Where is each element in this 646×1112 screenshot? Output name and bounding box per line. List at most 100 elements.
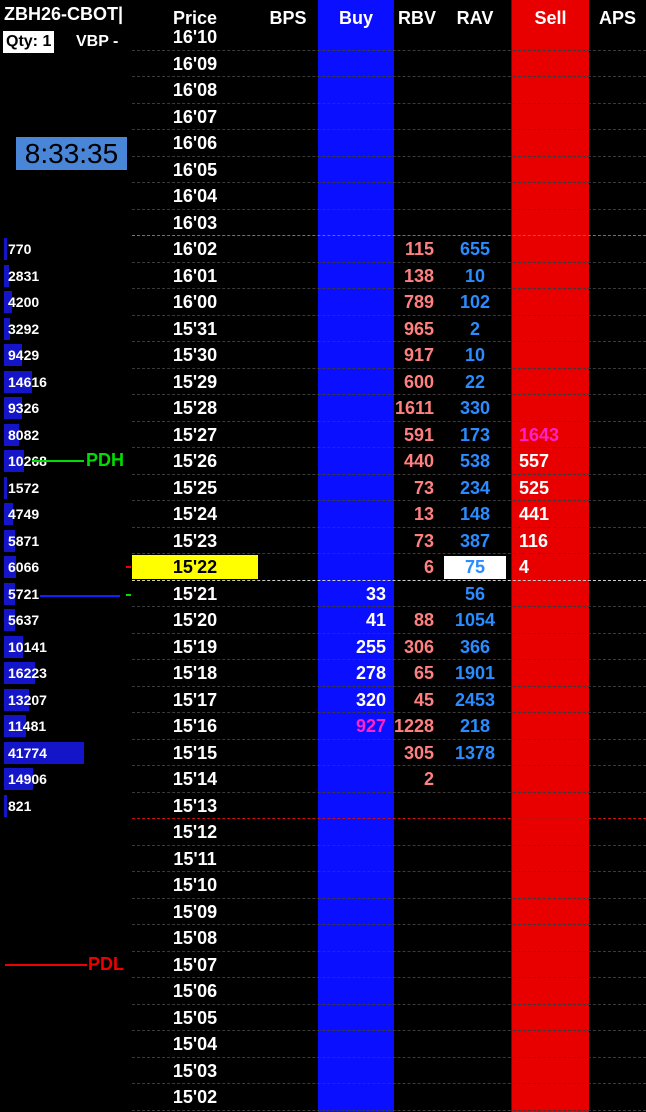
price-cell[interactable]: 15'31: [132, 316, 258, 343]
price-cell[interactable]: 15'17: [132, 687, 258, 714]
price-cell[interactable]: 15'24: [132, 501, 258, 528]
rav-cell[interactable]: [444, 157, 506, 184]
buy-cell[interactable]: [318, 1084, 386, 1111]
price-cell[interactable]: 15'02: [132, 1084, 258, 1111]
rav-cell[interactable]: 173: [444, 422, 506, 449]
price-cell[interactable]: 15'18: [132, 660, 258, 687]
sell-cell[interactable]: [519, 316, 589, 343]
sell-cell[interactable]: 441: [519, 501, 589, 528]
price-cell[interactable]: 16'03: [132, 210, 258, 237]
sell-cell[interactable]: [519, 183, 589, 210]
buy-cell[interactable]: [318, 289, 386, 316]
sell-cell[interactable]: [519, 395, 589, 422]
price-row[interactable]: 16'03: [0, 210, 646, 237]
buy-cell[interactable]: 320: [318, 687, 386, 714]
buy-cell[interactable]: [318, 766, 386, 793]
buy-cell[interactable]: [318, 528, 386, 555]
price-cell[interactable]: 16'04: [132, 183, 258, 210]
rbv-cell[interactable]: 306: [394, 634, 434, 661]
rav-cell[interactable]: 234: [444, 475, 506, 502]
buy-cell[interactable]: [318, 978, 386, 1005]
sell-cell[interactable]: [519, 263, 589, 290]
sell-cell[interactable]: [519, 978, 589, 1005]
price-cell[interactable]: 15'13: [132, 793, 258, 820]
price-row[interactable]: PDL 15'07: [0, 952, 646, 979]
price-cell[interactable]: 15'04: [132, 1031, 258, 1058]
price-row[interactable]: 41774 15'15 305 1378: [0, 740, 646, 767]
price-row[interactable]: 15'12: [0, 819, 646, 846]
rav-cell[interactable]: [444, 766, 506, 793]
price-row[interactable]: 15'08: [0, 925, 646, 952]
rav-cell[interactable]: 330: [444, 395, 506, 422]
rbv-cell[interactable]: 88: [394, 607, 434, 634]
price-cell[interactable]: 15'03: [132, 1058, 258, 1085]
rav-cell[interactable]: 218: [444, 713, 506, 740]
buy-cell[interactable]: 278: [318, 660, 386, 687]
sell-cell[interactable]: [519, 660, 589, 687]
sell-cell[interactable]: [519, 1031, 589, 1058]
rav-cell[interactable]: [444, 899, 506, 926]
buy-cell[interactable]: 41: [318, 607, 386, 634]
price-cell[interactable]: 16'05: [132, 157, 258, 184]
buy-cell[interactable]: [318, 846, 386, 873]
rav-cell[interactable]: [444, 793, 506, 820]
rav-cell[interactable]: [444, 183, 506, 210]
sell-cell[interactable]: [519, 687, 589, 714]
sell-cell[interactable]: [519, 581, 589, 608]
price-row[interactable]: 10268 PDH 15'26 440 538 557: [0, 448, 646, 475]
rav-cell[interactable]: 75: [444, 554, 506, 581]
rbv-cell[interactable]: 13: [394, 501, 434, 528]
rav-cell[interactable]: [444, 952, 506, 979]
price-row[interactable]: 4200 16'00 789 102: [0, 289, 646, 316]
buy-cell[interactable]: [318, 236, 386, 263]
price-cell[interactable]: 16'09: [132, 51, 258, 78]
buy-cell[interactable]: [318, 819, 386, 846]
price-cell[interactable]: 15'22: [132, 554, 258, 581]
buy-cell[interactable]: [318, 1031, 386, 1058]
buy-cell[interactable]: [318, 51, 386, 78]
rav-cell[interactable]: 1054: [444, 607, 506, 634]
buy-cell[interactable]: [318, 422, 386, 449]
rbv-cell[interactable]: [394, 183, 434, 210]
rav-cell[interactable]: 148: [444, 501, 506, 528]
rbv-cell[interactable]: [394, 1005, 434, 1032]
price-cell[interactable]: 15'29: [132, 369, 258, 396]
sell-cell[interactable]: [519, 104, 589, 131]
rav-cell[interactable]: 1378: [444, 740, 506, 767]
buy-cell[interactable]: [318, 263, 386, 290]
buy-cell[interactable]: [318, 183, 386, 210]
quantity-field[interactable]: Qty: 1: [3, 31, 55, 53]
price-row[interactable]: 16223 15'18 278 65 1901: [0, 660, 646, 687]
sell-cell[interactable]: [519, 210, 589, 237]
rbv-cell[interactable]: 115: [394, 236, 434, 263]
sell-cell[interactable]: [519, 634, 589, 661]
rbv-cell[interactable]: 965: [394, 316, 434, 343]
rbv-cell[interactable]: [394, 77, 434, 104]
rav-cell[interactable]: [444, 1058, 506, 1085]
sell-cell[interactable]: 1643: [519, 422, 589, 449]
rbv-cell[interactable]: [394, 899, 434, 926]
price-row[interactable]: 14906 15'14 2: [0, 766, 646, 793]
rav-cell[interactable]: [444, 77, 506, 104]
rbv-cell[interactable]: [394, 104, 434, 131]
sell-cell[interactable]: 525: [519, 475, 589, 502]
rav-cell[interactable]: 1901: [444, 660, 506, 687]
price-row[interactable]: 10141 15'19 255 306 366: [0, 634, 646, 661]
rav-cell[interactable]: 22: [444, 369, 506, 396]
buy-cell[interactable]: [318, 475, 386, 502]
rbv-cell[interactable]: 789: [394, 289, 434, 316]
rbv-cell[interactable]: [394, 1058, 434, 1085]
sell-cell[interactable]: [519, 740, 589, 767]
sell-cell[interactable]: [519, 157, 589, 184]
price-row[interactable]: 3292 15'31 965 2: [0, 316, 646, 343]
rav-cell[interactable]: [444, 210, 506, 237]
price-cell[interactable]: 16'08: [132, 77, 258, 104]
price-row[interactable]: 15'04: [0, 1031, 646, 1058]
rbv-cell[interactable]: [394, 581, 434, 608]
price-cell[interactable]: 15'25: [132, 475, 258, 502]
rbv-cell[interactable]: 1611: [394, 395, 434, 422]
rav-cell[interactable]: [444, 846, 506, 873]
price-cell[interactable]: 15'27: [132, 422, 258, 449]
rav-cell[interactable]: [444, 819, 506, 846]
rbv-cell[interactable]: [394, 793, 434, 820]
